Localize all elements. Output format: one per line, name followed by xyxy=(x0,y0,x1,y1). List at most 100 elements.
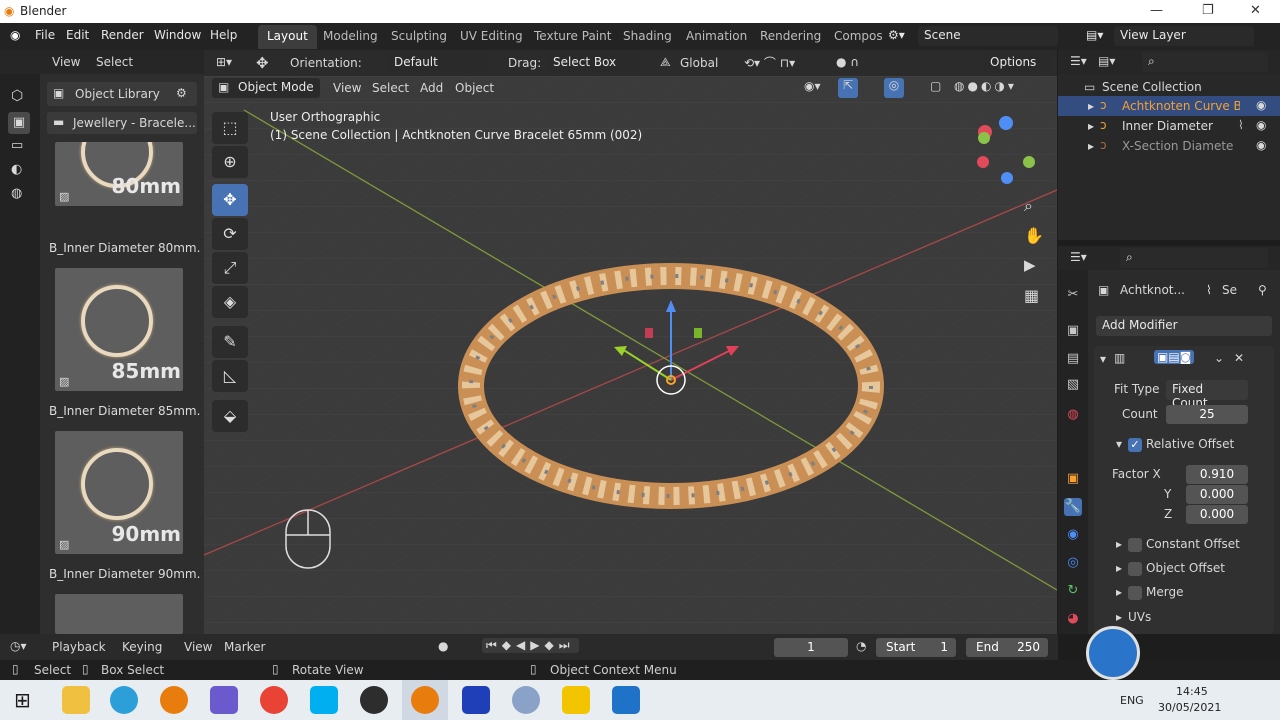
start-frame-field[interactable]: Start 1 xyxy=(876,638,956,657)
transform-orientation-icon[interactable]: ⟁ xyxy=(660,55,671,70)
clock-date[interactable]: 30/05/2021 xyxy=(1158,701,1221,714)
library-selector[interactable]: ▣ Object Library xyxy=(47,82,197,106)
close-icon[interactable]: ✕ xyxy=(1250,3,1261,18)
move-tool-icon[interactable]: ✥ xyxy=(212,184,248,216)
tab-modeling[interactable]: Modeling xyxy=(314,25,387,49)
filter-icon[interactable]: ⌇ xyxy=(1238,118,1244,132)
record-icon[interactable]: ● xyxy=(438,639,448,653)
globe-icon[interactable]: ◍ xyxy=(11,186,22,201)
tab-compositing[interactable]: Compos xyxy=(825,25,892,49)
scene-tab-icon[interactable]: ◍ xyxy=(1064,406,1082,424)
app-icon[interactable] xyxy=(562,686,590,714)
modifier-tab-icon[interactable]: 🔧 xyxy=(1064,498,1082,516)
asset-thumbnail[interactable]: 90mm ▨ xyxy=(55,431,183,554)
rotate-tool-icon[interactable]: ⟳ xyxy=(212,218,248,250)
add-cube-tool-icon[interactable]: ⬙ xyxy=(212,400,248,432)
menu-help[interactable]: Help xyxy=(210,28,237,42)
edge-icon[interactable] xyxy=(110,686,138,714)
zoom-icon[interactable]: ⌕ xyxy=(1024,196,1033,216)
annotate-tool-icon[interactable]: ✎ xyxy=(212,326,248,358)
display-mode-icon[interactable]: ▤▾ xyxy=(1098,54,1115,68)
move-icon[interactable]: ✥ xyxy=(256,54,269,72)
physics-tab-icon[interactable]: ◎ xyxy=(1064,554,1082,572)
menu-render[interactable]: Render xyxy=(101,28,144,42)
asset-thumbnail[interactable]: 85mm ▨ xyxy=(55,268,183,391)
grid-icon[interactable]: ▦ xyxy=(1024,286,1039,305)
properties-search-input[interactable]: ⌕ xyxy=(1120,248,1268,268)
factor-x-field[interactable]: 0.910 xyxy=(1186,465,1248,484)
editor-type-icon[interactable]: ☰▾ xyxy=(1070,54,1087,68)
photos-icon[interactable] xyxy=(612,686,640,714)
select-tool-icon[interactable]: ⬚ xyxy=(212,112,248,144)
factor-y-field[interactable]: 0.000 xyxy=(1186,485,1248,504)
pin-icon[interactable]: ⌇ xyxy=(1206,283,1212,297)
merge-checkbox[interactable] xyxy=(1128,586,1142,600)
tab-animation[interactable]: Animation xyxy=(677,25,756,49)
xray-icon[interactable]: ▢ xyxy=(930,79,941,93)
marker-menu[interactable]: Marker xyxy=(224,640,265,654)
constraints-tab-icon[interactable]: ↻ xyxy=(1064,582,1082,600)
expand-icon[interactable]: ▸ xyxy=(1116,610,1122,624)
scene-selector[interactable]: Scene xyxy=(918,26,1058,46)
3d-viewport[interactable]: ⊞▾ ✥ Orientation: Default Drag: Select B… xyxy=(204,50,1057,634)
outliner-search-input[interactable]: ⌕ xyxy=(1142,52,1268,72)
playback-controls[interactable]: ⏮◆◀▶◆⏭ xyxy=(482,638,579,653)
output-tab-icon[interactable]: ▤ xyxy=(1064,350,1082,368)
viewport-add-menu[interactable]: Add xyxy=(420,81,443,95)
menu-edit[interactable]: Edit xyxy=(66,28,89,42)
chrome-icon[interactable] xyxy=(260,686,288,714)
visibility-icon[interactable]: ◉▾ xyxy=(804,79,821,93)
clock-time[interactable]: 14:45 xyxy=(1176,685,1208,698)
object-offset-checkbox[interactable] xyxy=(1128,562,1142,576)
catalog-selector[interactable]: ▬ Jewellery - Bracele... xyxy=(47,112,197,134)
app-icon[interactable] xyxy=(462,686,490,714)
outliner-row[interactable]: ▸ ↄ Achtknoten Curve Br ◉ xyxy=(1058,96,1280,116)
app-icon[interactable] xyxy=(512,686,540,714)
transform-tool-icon[interactable]: ◈ xyxy=(212,286,248,318)
view-layer-tab-icon[interactable]: ▧ xyxy=(1064,376,1082,394)
playback-menu[interactable]: Playback xyxy=(52,640,106,654)
tab-shading[interactable]: Shading xyxy=(614,25,681,49)
collection-icon[interactable]: ▭ xyxy=(11,138,23,153)
end-frame-field[interactable]: End 250 xyxy=(966,638,1048,657)
eye-icon[interactable]: ◉ xyxy=(1256,118,1266,132)
obs-icon[interactable] xyxy=(360,686,388,714)
transform-tool-icon[interactable]: ⊞▾ xyxy=(216,55,232,69)
expand-icon[interactable]: ▸ xyxy=(1116,537,1122,551)
viewport-view-menu[interactable]: View xyxy=(333,81,361,95)
shading-modes-icon[interactable]: ◍●◐◑▾ xyxy=(954,79,1017,93)
snap-icon[interactable]: ● ∩ xyxy=(836,55,859,69)
expand-icon[interactable]: ▸ xyxy=(1088,119,1094,133)
expand-icon[interactable]: ▸ xyxy=(1088,139,1094,153)
asset-thumbnail[interactable] xyxy=(55,594,183,634)
object-icon[interactable]: ▣ xyxy=(8,112,30,134)
blender-taskbar-icon[interactable] xyxy=(160,686,188,714)
asset-view-menu[interactable]: View xyxy=(52,55,80,69)
file-explorer-icon[interactable] xyxy=(62,686,90,714)
asset-select-menu[interactable]: Select xyxy=(96,55,133,69)
viewport-select-menu[interactable]: Select xyxy=(372,81,409,95)
render-tab-icon[interactable]: ▣ xyxy=(1064,322,1082,340)
timeline-view-menu[interactable]: View xyxy=(184,640,212,654)
expand-icon[interactable]: ▸ xyxy=(1088,99,1094,113)
windows-start-icon[interactable]: ⊞ xyxy=(14,688,31,712)
dropdown-icon[interactable]: ⌄ xyxy=(1214,351,1224,365)
pan-hand-icon[interactable]: ✋ xyxy=(1024,226,1044,245)
fit-type-dropdown[interactable]: Fixed Count xyxy=(1166,380,1248,410)
stopwatch-icon[interactable]: ◔ xyxy=(856,639,866,653)
transform-orientation-dropdown[interactable]: Global xyxy=(680,56,718,70)
tab-uv-editing[interactable]: UV Editing xyxy=(451,25,532,49)
clock-icon[interactable]: ◷▾ xyxy=(10,639,27,653)
world-icon[interactable]: ◐ xyxy=(11,162,22,177)
language-indicator[interactable]: ENG xyxy=(1120,694,1144,707)
pivot-icon[interactable]: ⟲▾ ⌒ ⊓▾ xyxy=(744,54,795,71)
editor-type-icon[interactable]: ☰▾ xyxy=(1070,250,1087,264)
drag-dropdown[interactable]: Select Box xyxy=(547,53,639,73)
pin-toggle-icon[interactable]: ⚲ xyxy=(1258,283,1267,297)
modifier-visibility-icons[interactable]: ▣▤◙ xyxy=(1154,350,1195,364)
object-tab-icon[interactable]: ▣ xyxy=(1064,470,1082,488)
keying-menu[interactable]: Keying xyxy=(122,640,162,654)
camera-icon[interactable]: ▶ xyxy=(1024,256,1036,274)
material-tab-icon[interactable]: ◕ xyxy=(1064,610,1082,628)
collapse-icon[interactable]: ▾ xyxy=(1116,437,1122,451)
